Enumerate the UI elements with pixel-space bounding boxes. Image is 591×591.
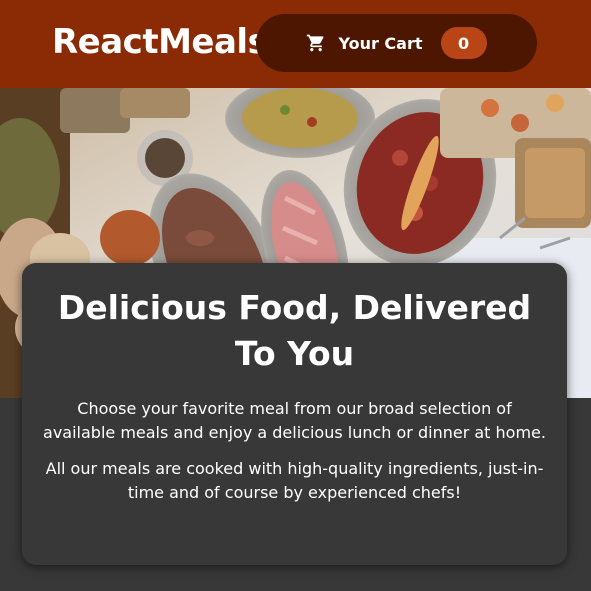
cart-count-badge: 0	[440, 27, 487, 59]
summary-paragraph-2: All our meals are cooked with high-quali…	[45, 459, 544, 502]
summary-title: Delicious Food, Delivered To You	[57, 288, 532, 373]
page: ReactMeals Your Cart 0 Delicious Food, D…	[0, 0, 591, 591]
summary-paragraph-1: Choose your favorite meal from our broad…	[43, 399, 546, 442]
meals-summary-card: Delicious Food, Delivered To You Choose …	[22, 263, 567, 565]
app-header: ReactMeals Your Cart 0	[0, 0, 591, 88]
cart-button[interactable]: Your Cart 0	[256, 14, 537, 72]
brand-title: ReactMeals	[52, 22, 268, 62]
cart-label: Your Cart	[338, 33, 423, 53]
cart-icon	[306, 33, 326, 53]
